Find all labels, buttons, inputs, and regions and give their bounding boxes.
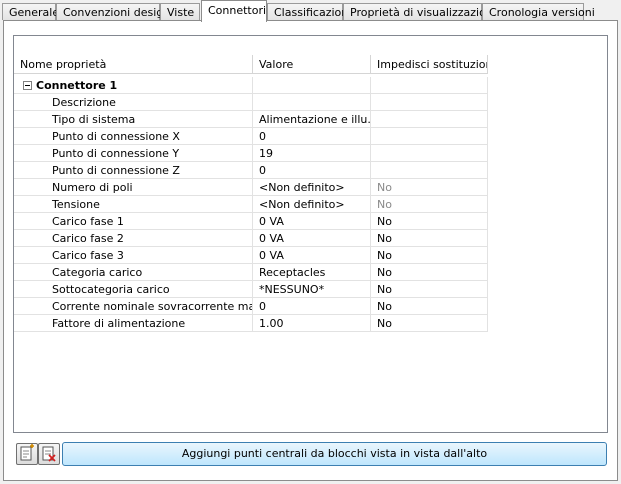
property-override-cell[interactable]: No — [371, 247, 488, 264]
tab-cronologia-versioni[interactable]: Cronologia versioni — [482, 3, 595, 20]
property-row[interactable]: Carico fase 20 VA No — [14, 230, 501, 247]
tab-viste[interactable]: Viste — [160, 3, 200, 20]
property-override-cell[interactable]: No — [371, 298, 488, 315]
property-row[interactable]: Carico fase 10 VA No — [14, 213, 501, 230]
property-row[interactable]: Descrizione — [14, 94, 501, 111]
add-connector-icon — [20, 444, 34, 461]
tab-label: Generale — [9, 6, 60, 19]
tab-label: Connettori — [208, 4, 267, 17]
property-row[interactable]: Punto di connessione Y 19 — [14, 145, 501, 162]
property-override-cell[interactable] — [371, 162, 488, 179]
property-name-cell: Punto di connessione X — [14, 128, 253, 145]
group-value-cell — [253, 77, 371, 94]
property-value-cell[interactable]: Alimentazione e illu... — [253, 111, 371, 128]
delete-connector-button[interactable] — [38, 443, 60, 465]
property-row[interactable]: Corrente nominale sovracorrente mas... 0 N… — [14, 298, 501, 315]
column-header-override[interactable]: Impedisci sostituzione — [371, 55, 488, 74]
property-row[interactable]: Numero di poli <Non definito> No — [14, 179, 501, 196]
property-row[interactable]: Punto di connessione Z0 — [14, 162, 501, 179]
property-name-cell: Categoria carico — [14, 264, 253, 281]
tab-label: Classificazioni — [274, 6, 352, 19]
tab-bar: Generale Convenzioni design Viste Connet… — [0, 0, 621, 22]
column-header-label: Valore — [259, 58, 294, 71]
property-name-cell: Fattore di alimentazione — [14, 315, 253, 332]
tab-convenzioni-design[interactable]: Convenzioni design — [56, 3, 170, 20]
property-row[interactable]: Punto di connessione X0 — [14, 128, 501, 145]
property-override-cell[interactable] — [371, 94, 488, 111]
add-center-points-button[interactable]: Aggiungi punti centrali da blocchi vista… — [62, 442, 607, 466]
property-name-cell: Corrente nominale sovracorrente mas... — [14, 298, 253, 315]
property-name-cell: Carico fase 2 — [14, 230, 253, 247]
property-value-cell[interactable] — [253, 94, 371, 111]
property-value-cell[interactable]: 0 VA — [253, 247, 371, 264]
property-value-cell[interactable]: 0 — [253, 298, 371, 315]
property-value-cell[interactable]: 0 — [253, 162, 371, 179]
property-override-cell[interactable]: No — [371, 264, 488, 281]
property-value-cell[interactable]: Receptacles — [253, 264, 371, 281]
property-value-cell[interactable]: 19 — [253, 145, 371, 162]
property-override-cell[interactable]: No — [371, 213, 488, 230]
tab-label: Viste — [167, 6, 195, 19]
property-value-cell[interactable]: 1.00 — [253, 315, 371, 332]
property-grid[interactable]: Nome proprietà Valore Impedisci sostituz… — [13, 35, 608, 433]
column-header-label: Nome proprietà — [20, 58, 107, 71]
property-row[interactable]: Sottocategoria carico *NESSUNO* No — [14, 281, 501, 298]
property-name-cell: Carico fase 3 — [14, 247, 253, 264]
column-header-name[interactable]: Nome proprietà — [14, 55, 253, 74]
add-center-points-label: Aggiungi punti centrali da blocchi vista… — [181, 447, 488, 460]
add-connector-button[interactable] — [16, 443, 38, 465]
property-override-cell[interactable]: No — [371, 315, 488, 332]
property-name-cell: Sottocategoria carico — [14, 281, 253, 298]
property-name-cell: Descrizione — [14, 94, 253, 111]
property-value-cell[interactable]: <Non definito> — [253, 196, 371, 213]
tab-label: Proprietà di visualizzazione — [350, 6, 500, 19]
property-name-cell: Tensione — [14, 196, 253, 213]
tab-label: Cronologia versioni — [489, 6, 595, 19]
property-value-cell[interactable]: 0 — [253, 128, 371, 145]
group-name-cell: Connettore 1 — [14, 77, 253, 94]
property-override-cell[interactable]: No — [371, 179, 488, 196]
tab-classificazioni[interactable]: Classificazioni — [267, 3, 351, 20]
property-row[interactable]: Carico fase 30 VA No — [14, 247, 501, 264]
collapse-icon[interactable] — [23, 81, 32, 90]
tab-generale[interactable]: Generale — [2, 3, 60, 20]
property-name-cell: Tipo di sistema — [14, 111, 253, 128]
property-row[interactable]: Tensione <Non definito> No — [14, 196, 501, 213]
property-name-cell: Punto di connessione Y — [14, 145, 253, 162]
property-name-cell: Punto di connessione Z — [14, 162, 253, 179]
property-override-cell[interactable] — [371, 111, 488, 128]
column-header-value[interactable]: Valore — [253, 55, 371, 74]
property-value-cell[interactable]: 0 VA — [253, 213, 371, 230]
group-label: Connettore 1 — [36, 79, 118, 92]
property-override-cell[interactable] — [371, 145, 488, 162]
property-override-cell[interactable]: No — [371, 281, 488, 298]
group-override-cell — [371, 77, 488, 94]
property-value-cell[interactable]: 0 VA — [253, 230, 371, 247]
property-row[interactable]: Fattore di alimentazione 1.00 No — [14, 315, 501, 332]
group-row-connettore-1[interactable]: Connettore 1 — [14, 77, 501, 94]
property-override-cell[interactable] — [371, 128, 488, 145]
tab-label: Convenzioni design — [63, 6, 171, 19]
property-row[interactable]: Categoria carico Receptacles No — [14, 264, 501, 281]
property-row[interactable]: Tipo di sistema Alimentazione e illu... — [14, 111, 501, 128]
column-header-label: Impedisci sostituzione — [377, 58, 488, 71]
property-name-cell: Carico fase 1 — [14, 213, 253, 230]
property-name-cell: Numero di poli — [14, 179, 253, 196]
tab-connettori[interactable]: Connettori — [201, 0, 267, 22]
tab-proprieta-visualizzazione[interactable]: Proprietà di visualizzazione — [343, 3, 500, 20]
delete-connector-icon — [42, 446, 56, 462]
property-override-cell[interactable]: No — [371, 196, 488, 213]
property-value-cell[interactable]: *NESSUNO* — [253, 281, 371, 298]
property-override-cell[interactable]: No — [371, 230, 488, 247]
property-value-cell[interactable]: <Non definito> — [253, 179, 371, 196]
